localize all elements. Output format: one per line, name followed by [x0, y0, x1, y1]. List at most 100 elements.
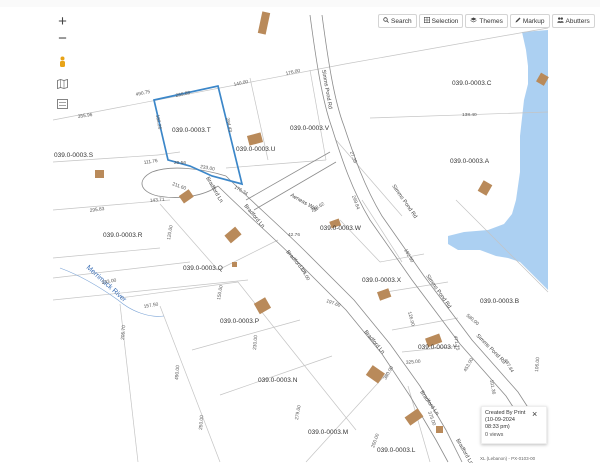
- dimension-label: 120.00: [166, 225, 175, 241]
- parcel-label: 039.0-0003.M: [308, 429, 348, 436]
- toast-time: 08:33 pm): [485, 424, 510, 430]
- building: [257, 11, 271, 35]
- building: [477, 180, 493, 196]
- zoom-in-button[interactable]: +: [54, 14, 71, 31]
- parcel-label: 039.0-0003.A: [450, 158, 490, 165]
- search-icon: [383, 17, 389, 25]
- dimension-label: 490.75: [135, 89, 151, 98]
- print-toast: Created By Print (10-09-2024 08:33 pm) 0…: [481, 406, 547, 444]
- dimension-label: 150.00: [216, 285, 225, 301]
- parcel-label: 039.0-0003.Y: [418, 344, 458, 351]
- left-margin: [0, 7, 53, 463]
- selected-parcel-outline[interactable]: [152, 84, 244, 186]
- road-label: Bradford Ln: [204, 176, 224, 204]
- dimension-label: 42.76: [288, 232, 300, 238]
- dimension-label: 453.00: [463, 357, 476, 373]
- parcel-label: 039.0-0003.W: [320, 225, 362, 232]
- dimension-label: 157.50: [143, 301, 159, 310]
- dimension-label: 279.00: [294, 405, 303, 421]
- themes-label: Themes: [479, 17, 503, 25]
- building: [178, 189, 194, 204]
- themes-button[interactable]: Themes: [465, 14, 508, 28]
- dimension-label: 176.34: [233, 185, 249, 198]
- parcel-label: 039.0-0003.S: [54, 152, 94, 159]
- dimension-label: 380.00: [383, 365, 396, 381]
- parcel-labels: 039.0-0003.C 039.0-0003.T 039.0-0003.V 0…: [54, 80, 519, 454]
- map-viewer: 039.0-0003.C 039.0-0003.T 039.0-0003.V 0…: [0, 0, 600, 463]
- dimension-label: 140.00: [233, 79, 249, 88]
- road-label: Simms Pond Rd: [390, 184, 418, 220]
- markup-label: Markup: [522, 17, 545, 25]
- abutters-label: Abutters: [565, 17, 590, 25]
- dimension-label: 20.56: [174, 160, 186, 166]
- toast-views: 0 views: [485, 432, 504, 438]
- attribution: XL (Lebanon) - PX-0103-00: [480, 456, 536, 461]
- layers-icon: [470, 17, 477, 25]
- dimension-label: 487.84: [502, 358, 515, 374]
- legend-icon[interactable]: [56, 99, 69, 112]
- dimension-label: 299.84: [350, 195, 361, 211]
- street-view-icon[interactable]: [56, 56, 69, 69]
- building: [436, 426, 443, 433]
- pencil-icon: [515, 17, 521, 25]
- search-label: Search: [391, 17, 412, 25]
- map-icon[interactable]: [56, 78, 69, 92]
- dimension-label: 230.00: [252, 335, 259, 350]
- dimension-label: 325.00: [406, 359, 421, 366]
- parcel-label: 039.0-0003.Q: [183, 265, 223, 272]
- dimension-label: 269.88: [175, 90, 191, 99]
- dimension-label: 126.00: [406, 311, 416, 327]
- dimension-label: 250.00: [198, 415, 205, 430]
- road-label: Bradford Ln: [242, 203, 265, 229]
- building: [224, 226, 242, 244]
- dimension-label: 143.71: [150, 197, 165, 204]
- parcel-label: 039.0-0003.X: [362, 277, 402, 284]
- dimension-label: 111.76: [143, 158, 158, 166]
- dimension-label: 205.00: [298, 266, 311, 282]
- dimension-label: 490.00: [174, 365, 181, 380]
- markup-button[interactable]: Markup: [509, 14, 550, 28]
- people-icon: [556, 17, 564, 25]
- grid-icon: [423, 17, 430, 25]
- map-canvas[interactable]: 039.0-0003.C 039.0-0003.T 039.0-0003.V 0…: [53, 7, 600, 463]
- dimension-label: 197.60: [325, 298, 341, 309]
- parcel-label: 039.0-0003.L: [377, 447, 416, 454]
- dimension-label: 355.96: [77, 112, 93, 120]
- dimension-label: 101.36: [488, 379, 497, 395]
- dimension-label: 205.70: [120, 325, 127, 340]
- selection-label: Selection: [431, 17, 459, 25]
- parcel-label: 039.0-0003.N: [258, 377, 298, 384]
- road-label: Bradford Ln: [362, 329, 385, 355]
- building: [376, 288, 392, 301]
- building: [365, 365, 385, 384]
- abutters-button[interactable]: Abutters: [551, 14, 595, 28]
- dimension-label: 106.00: [534, 357, 541, 372]
- parcel-label: 039.0-0003.C: [452, 80, 492, 87]
- dimension-label: 288.62: [310, 201, 326, 214]
- dimension-label: 27.35: [348, 151, 358, 165]
- selection-button[interactable]: Selection: [418, 14, 464, 28]
- close-icon[interactable]: ×: [532, 410, 537, 419]
- dimension-label: 138.40: [462, 112, 477, 118]
- road-label: Simms Pond Rd: [424, 274, 452, 310]
- dimension-label: 176.00: [285, 68, 301, 77]
- map-toolbar: Search Selection Themes Markup Abutters: [378, 14, 595, 28]
- search-button[interactable]: Search: [378, 14, 417, 28]
- building: [232, 262, 237, 267]
- parcel-label: 039.0-0003.R: [103, 232, 143, 239]
- road-label: Bradford Ln: [454, 438, 474, 463]
- parcel-label: 039.0-0003.B: [480, 298, 519, 305]
- dimension-label: 295.83: [89, 206, 105, 214]
- building: [95, 170, 104, 178]
- building: [253, 297, 272, 315]
- dimension-label: 211.60: [171, 181, 187, 192]
- dimension-label: 182.26: [154, 114, 163, 130]
- parcel-label: 039.0-0003.P: [220, 318, 259, 325]
- parcel-label: 039.0-0003.V: [290, 125, 330, 132]
- building: [246, 132, 264, 146]
- building: [404, 408, 424, 426]
- dimension-label: 284.43: [224, 117, 233, 133]
- map-svg: 039.0-0003.C 039.0-0003.T 039.0-0003.V 0…: [53, 11, 549, 463]
- zoom-out-button[interactable]: −: [54, 31, 71, 48]
- dimension-label: 580.00: [465, 313, 480, 327]
